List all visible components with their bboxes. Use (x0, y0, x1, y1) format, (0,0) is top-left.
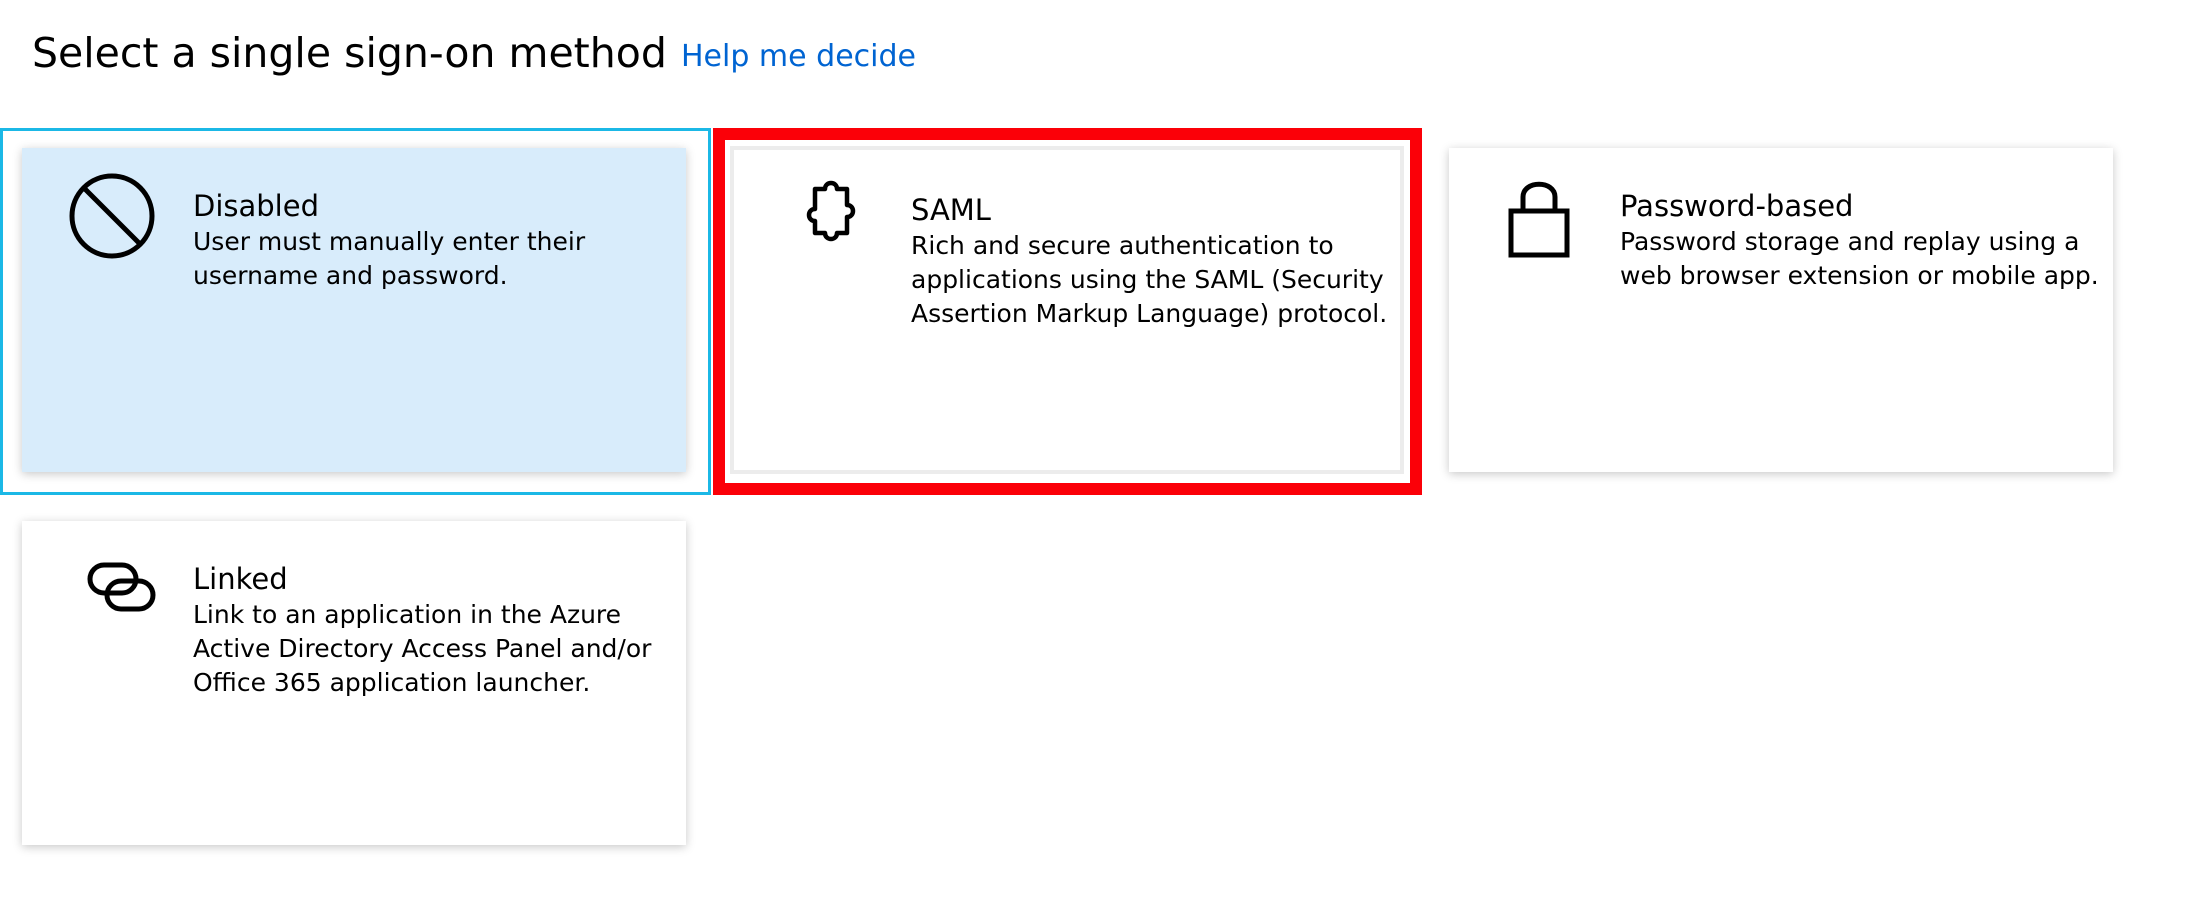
card-description: Password storage and replay using a web … (1620, 227, 2099, 290)
sso-card-disabled[interactable]: Disabled User must manually enter their … (22, 148, 686, 472)
card-title: SAML (911, 193, 991, 227)
help-me-decide-link[interactable]: Help me decide (681, 37, 916, 77)
card-title: Disabled (193, 189, 319, 223)
puzzle-piece-icon (785, 175, 875, 265)
sso-card-linked[interactable]: Linked Link to an application in the Azu… (22, 521, 686, 845)
sso-card-saml[interactable]: SAML Rich and secure authentication to a… (730, 146, 1404, 474)
card-description: Rich and secure authentication to applic… (911, 231, 1388, 328)
card-title: Password-based (1620, 189, 1854, 223)
page-title: Select a single sign-on method (32, 29, 667, 77)
link-icon (67, 544, 157, 634)
lock-icon (1494, 171, 1584, 261)
card-description: User must manually enter their username … (193, 227, 586, 290)
no-entry-icon (67, 171, 157, 261)
sso-card-password-based[interactable]: Password-based Password storage and repl… (1449, 148, 2113, 472)
card-title: Linked (193, 562, 288, 596)
card-description: Link to an application in the Azure Acti… (193, 600, 652, 697)
